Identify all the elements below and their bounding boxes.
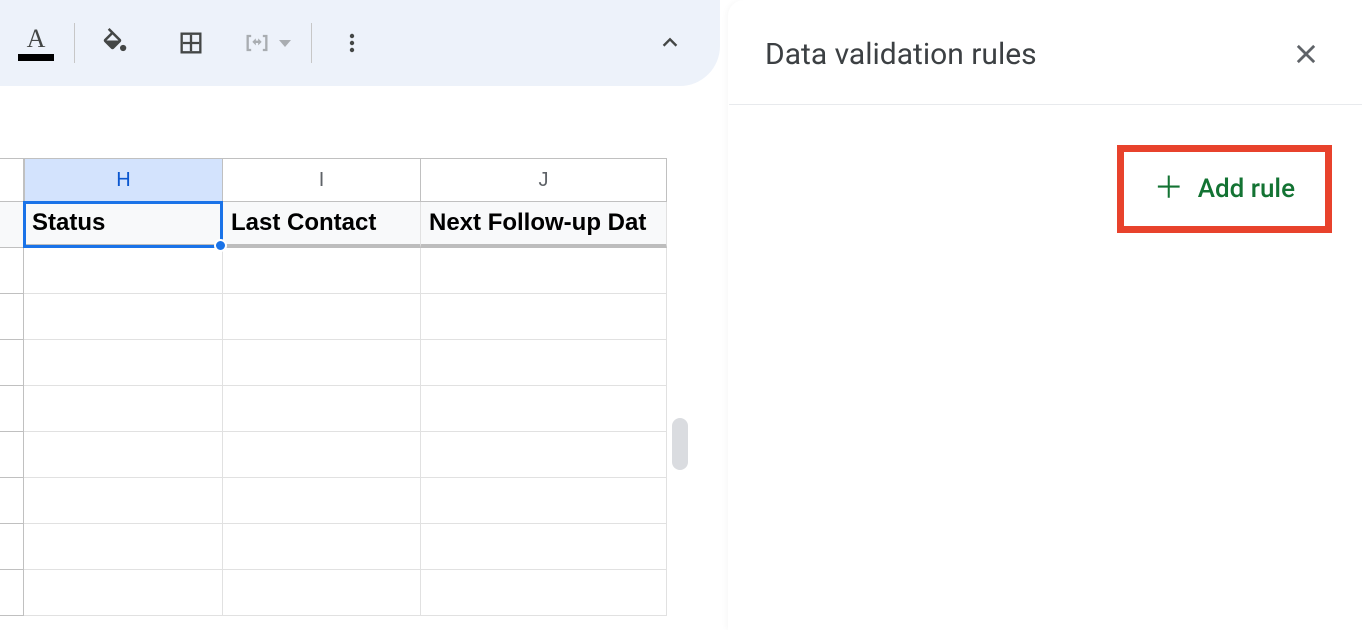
panel-title: Data validation rules	[765, 37, 1037, 72]
row-header[interactable]	[0, 478, 24, 524]
cell[interactable]	[223, 386, 421, 432]
column-header-i[interactable]: I	[223, 158, 421, 202]
cell[interactable]	[223, 340, 421, 386]
merge-cells-icon	[243, 29, 271, 57]
borders-button[interactable]	[165, 17, 217, 69]
add-rule-button[interactable]: ＋ Add rule	[1144, 168, 1305, 210]
toolbar: A	[0, 0, 720, 86]
row-header[interactable]	[0, 432, 24, 478]
cell[interactable]	[223, 294, 421, 340]
cell[interactable]	[421, 570, 667, 616]
column-headers-row: H I J	[0, 158, 720, 202]
spreadsheet-pane: A	[0, 0, 720, 630]
merge-cells-button[interactable]	[237, 17, 297, 69]
cell[interactable]	[24, 248, 223, 294]
cell[interactable]	[24, 294, 223, 340]
cell[interactable]	[223, 248, 421, 294]
header-cell-status[interactable]: Status	[24, 202, 223, 248]
row-header[interactable]	[0, 340, 24, 386]
cell[interactable]	[24, 524, 223, 570]
panel-header: Data validation rules	[729, 34, 1362, 105]
cell[interactable]	[223, 478, 421, 524]
vertical-scrollbar-thumb[interactable]	[672, 418, 688, 470]
cell[interactable]	[421, 386, 667, 432]
cell[interactable]	[421, 294, 667, 340]
column-header-h[interactable]: H	[24, 158, 223, 202]
text-color-bar	[18, 54, 54, 61]
cell[interactable]	[223, 524, 421, 570]
table-row	[0, 340, 720, 386]
data-validation-panel: Data validation rules ＋ Add rule	[728, 0, 1362, 630]
table-row	[0, 294, 720, 340]
cell[interactable]	[223, 570, 421, 616]
add-rule-label: Add rule	[1198, 174, 1295, 204]
table-row	[0, 570, 720, 616]
row-header[interactable]	[0, 524, 24, 570]
cell[interactable]	[421, 478, 667, 524]
more-options-button[interactable]	[326, 17, 378, 69]
borders-icon	[177, 29, 205, 57]
row-header[interactable]	[0, 202, 24, 248]
row-header[interactable]	[0, 570, 24, 616]
cell[interactable]	[421, 340, 667, 386]
toolbar-separator	[311, 23, 312, 63]
plus-icon: ＋	[1154, 174, 1184, 204]
toolbar-separator	[74, 23, 75, 63]
text-color-button[interactable]: A	[12, 17, 60, 69]
row-header[interactable]	[0, 386, 24, 432]
caret-down-icon	[279, 40, 291, 47]
header-cell-next-followup[interactable]: Next Follow-up Dat	[421, 202, 667, 248]
fill-color-icon	[100, 28, 130, 58]
cell[interactable]	[421, 432, 667, 478]
table-row	[0, 248, 720, 294]
close-panel-button[interactable]	[1286, 34, 1326, 74]
table-row	[0, 478, 720, 524]
row-header[interactable]	[0, 248, 24, 294]
column-header-j[interactable]: J	[421, 158, 667, 202]
add-rule-highlight-box: ＋ Add rule	[1117, 145, 1332, 233]
text-color-letter-icon: A	[27, 26, 46, 52]
chevron-up-icon	[659, 32, 681, 54]
cell[interactable]	[24, 386, 223, 432]
table-row	[0, 524, 720, 570]
header-cell-last-contact[interactable]: Last Contact	[223, 202, 421, 248]
fill-color-button[interactable]	[89, 17, 141, 69]
close-icon	[1292, 40, 1320, 68]
cell[interactable]	[24, 432, 223, 478]
row-header-corner[interactable]	[0, 158, 24, 202]
grid-rows: Status Last Contact Next Follow-up Dat	[0, 202, 720, 616]
cell[interactable]	[24, 478, 223, 524]
table-header-row: Status Last Contact Next Follow-up Dat	[0, 202, 720, 248]
cell[interactable]	[421, 524, 667, 570]
table-row	[0, 432, 720, 478]
collapse-toolbar-button[interactable]	[644, 17, 696, 69]
more-vertical-icon	[340, 31, 364, 55]
cell[interactable]	[223, 432, 421, 478]
sheet-area: H I J Status Last Contact Next Follow-up…	[0, 158, 720, 616]
panel-body: ＋ Add rule	[729, 105, 1362, 273]
cell[interactable]	[421, 248, 667, 294]
table-row	[0, 386, 720, 432]
row-header[interactable]	[0, 294, 24, 340]
cell[interactable]	[24, 340, 223, 386]
cell[interactable]	[24, 570, 223, 616]
